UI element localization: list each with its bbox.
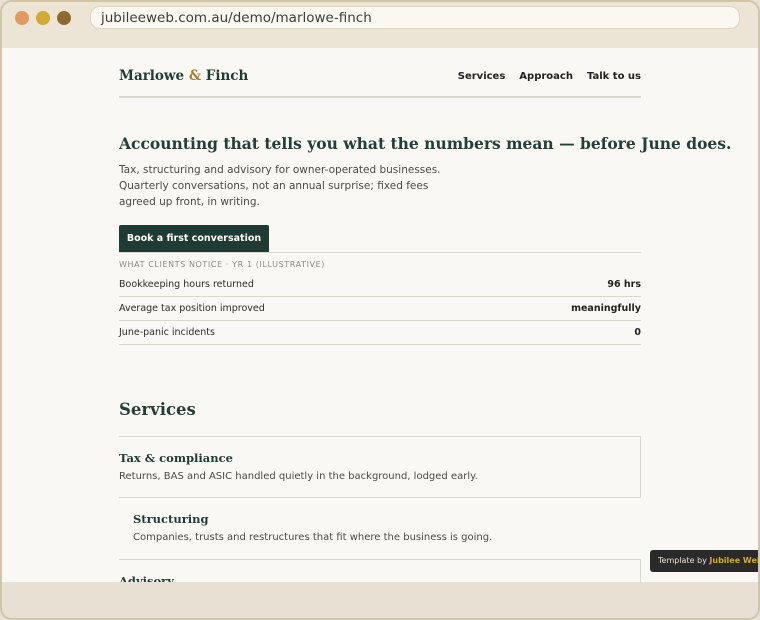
close-window-button[interactable] bbox=[15, 11, 29, 25]
stat-label: June-panic incidents bbox=[119, 327, 215, 338]
brand-ampersand: & bbox=[188, 68, 202, 84]
browser-window: jubileeweb.com.au/demo/marlowe-finch Mar… bbox=[0, 0, 760, 620]
brand-logo[interactable]: Marlowe & Finch bbox=[119, 68, 248, 84]
service-card-title: Advisory bbox=[119, 574, 174, 582]
hero-lede: Tax, structuring and advisory for owner-… bbox=[119, 162, 441, 210]
service-card-description: Returns, BAS and ASIC handled quietly in… bbox=[119, 471, 478, 482]
address-bar[interactable]: jubileeweb.com.au/demo/marlowe-finch bbox=[90, 6, 740, 29]
lede-line: Tax, structuring and advisory for owner-… bbox=[119, 164, 441, 176]
stats-table: WHAT CLIENTS NOTICE · YR 1 (ILLUSTRATIVE… bbox=[119, 252, 641, 345]
nav-link-talk-to-us[interactable]: Talk to us bbox=[587, 71, 641, 82]
stat-value: 0 bbox=[634, 327, 641, 338]
book-conversation-button[interactable]: Book a first conversation bbox=[119, 225, 269, 253]
stat-value: meaningfully bbox=[571, 303, 641, 314]
service-card-title: Structuring bbox=[133, 512, 209, 526]
stat-row: Average tax position improved meaningful… bbox=[119, 297, 641, 321]
stat-value: 96 hrs bbox=[607, 279, 641, 290]
stat-row: Bookkeeping hours returned 96 hrs bbox=[119, 273, 641, 297]
template-credit-badge[interactable]: Template by Jubilee Web bbox=[650, 550, 760, 572]
nav-link-approach[interactable]: Approach bbox=[519, 71, 573, 82]
brand-name-second: Finch bbox=[205, 68, 249, 84]
services-heading: Services bbox=[119, 400, 196, 419]
minimize-window-button[interactable] bbox=[36, 11, 50, 25]
primary-nav: Services Approach Talk to us bbox=[458, 71, 641, 82]
maximize-window-button[interactable] bbox=[57, 11, 71, 25]
service-card-title: Tax & compliance bbox=[119, 451, 233, 465]
badge-brand-name: Jubilee Web bbox=[709, 556, 760, 565]
service-card-tax-compliance[interactable]: Tax & compliance Returns, BAS and ASIC h… bbox=[119, 436, 641, 498]
browser-chrome: jubileeweb.com.au/demo/marlowe-finch bbox=[2, 2, 758, 48]
service-card-description: Companies, trusts and restructures that … bbox=[133, 532, 493, 543]
service-card-structuring[interactable]: Structuring Companies, trusts and restru… bbox=[119, 498, 641, 560]
nav-link-services[interactable]: Services bbox=[458, 71, 506, 82]
page-viewport: Marlowe & Finch Services Approach Talk t… bbox=[2, 48, 758, 582]
lede-line: Quarterly conversations, not an annual s… bbox=[119, 180, 429, 192]
page-content: Marlowe & Finch Services Approach Talk t… bbox=[119, 48, 731, 582]
lede-line: agreed up front, in writing. bbox=[119, 196, 260, 208]
stat-row: June-panic incidents 0 bbox=[119, 321, 641, 345]
window-bottom-bar bbox=[2, 582, 758, 618]
stat-label: Bookkeeping hours returned bbox=[119, 279, 254, 290]
hero-headline: Accounting that tells you what the numbe… bbox=[119, 134, 732, 153]
badge-prefix: Template by bbox=[658, 556, 707, 565]
stat-label: Average tax position improved bbox=[119, 303, 265, 314]
site-header: Marlowe & Finch Services Approach Talk t… bbox=[119, 48, 641, 98]
stats-caption: WHAT CLIENTS NOTICE · YR 1 (ILLUSTRATIVE… bbox=[119, 260, 325, 269]
service-card-advisory[interactable]: Advisory bbox=[119, 559, 641, 582]
brand-name-first: Marlowe bbox=[119, 68, 185, 84]
